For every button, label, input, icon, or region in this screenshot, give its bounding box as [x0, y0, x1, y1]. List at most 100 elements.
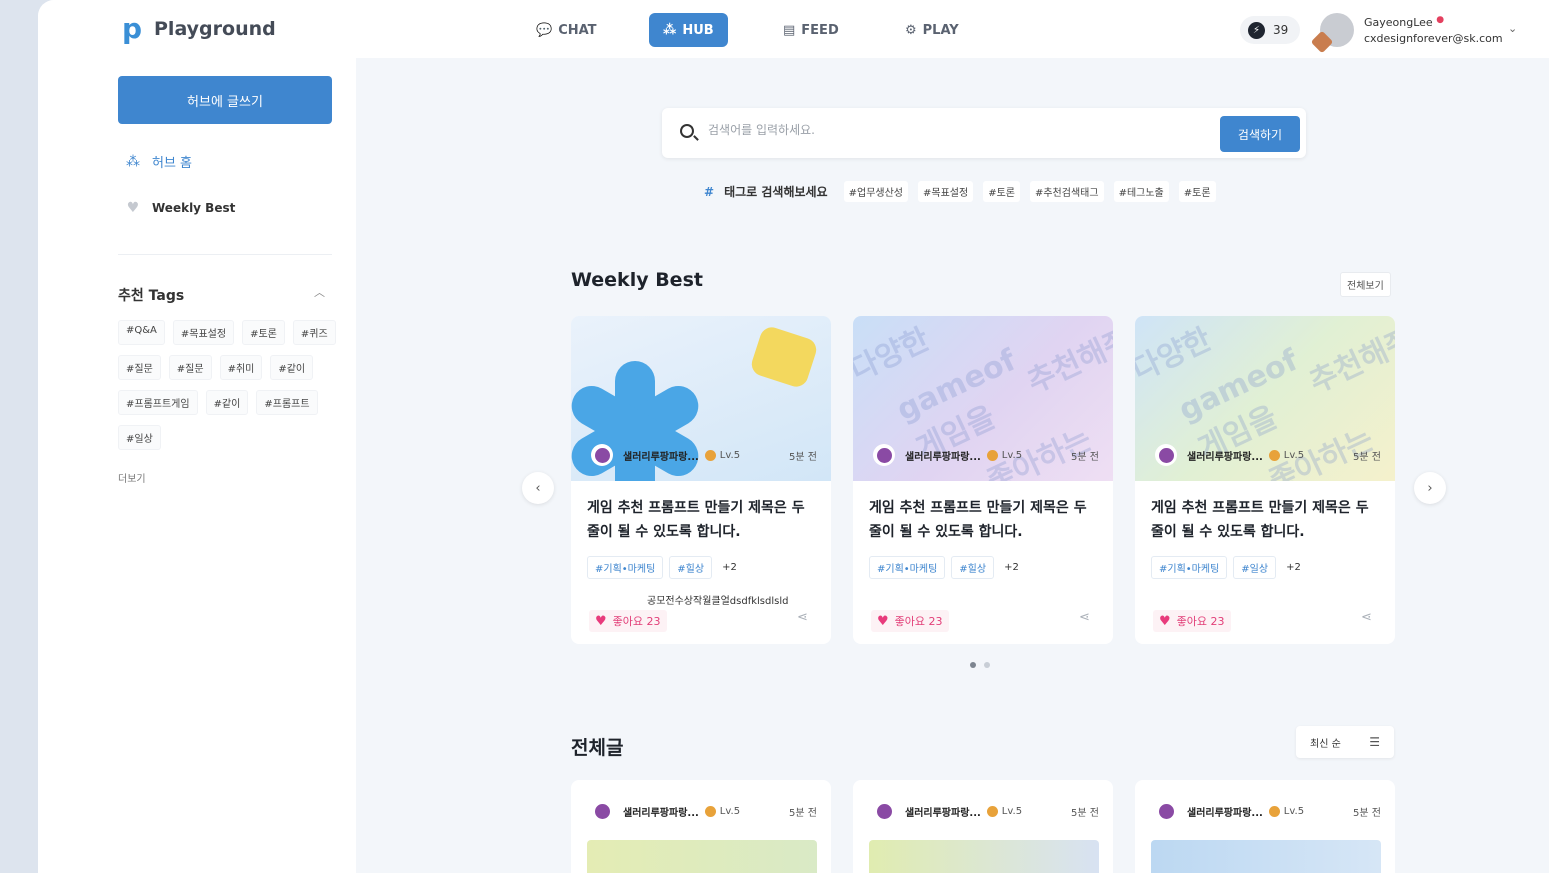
pagination-dot[interactable] [970, 662, 976, 668]
tag-chip[interactable]: #일상 [118, 425, 161, 450]
points-value: 39 [1273, 23, 1289, 37]
tag-chip[interactable]: #질문 [168, 355, 212, 380]
gear-icon: ⚙ [905, 22, 917, 38]
post-title[interactable]: 게임 추천 프롬프트 만들기 제목은 두줄이 될 수 있도록 합니다. [587, 496, 817, 544]
level-coin-icon [704, 805, 716, 817]
post-meta: 샐러리루팡파랑... Lv.5 5분 전 [591, 800, 817, 822]
level-badge: Lv.5 [1268, 449, 1304, 461]
tag-chip[interactable]: #목표설정 [918, 181, 974, 202]
tag-list: #Q&A #목표설정 #토론 #퀴즈 #질문 #질문 #취미 #같이 #프롬프트… [118, 320, 338, 450]
share-icon[interactable]: ⋖ [1361, 610, 1372, 625]
avatar [873, 444, 895, 466]
post-time: 5분 전 [789, 451, 817, 463]
level-cube-icon [1310, 30, 1334, 54]
post-time: 5분 전 [1353, 451, 1381, 463]
carousel-next-button[interactable]: › [1414, 472, 1446, 504]
post-card[interactable]: 샐러리루팡파랑... Lv.5 5분 전 [1135, 780, 1395, 873]
like-button[interactable]: ♥ 좋아요 23 [871, 610, 949, 632]
sidebar: 허브에 글쓰기 ⁂ 허브 홈 ♥ Weekly Best 추천 Tags ︿ #… [38, 58, 356, 873]
avatar [1155, 444, 1177, 466]
post-time: 5분 전 [1353, 807, 1381, 819]
avatar[interactable] [1310, 13, 1354, 54]
tag-chip[interactable]: #업무생산성 [843, 181, 908, 202]
tooltip: 공모전수상작월클얼dsdfklsdlsld [647, 596, 789, 607]
puzzle-graphic [748, 324, 820, 390]
author-name[interactable]: 샐러리루팡파랑... [905, 804, 981, 819]
author-name[interactable]: 샐러리루팡파랑... [623, 804, 699, 819]
sidebar-item-weekly-best[interactable]: ♥ Weekly Best [124, 200, 236, 216]
tag-chip[interactable]: #테그노출 [1113, 181, 1169, 202]
post-thumbnail [1151, 840, 1381, 873]
avatar [1155, 800, 1177, 822]
tag-chip[interactable]: #토론 [983, 181, 1020, 202]
nav-hub-label: HUB [682, 22, 714, 38]
post-time: 5분 전 [789, 807, 817, 819]
sidebar-item-hub-home[interactable]: ⁂ 허브 홈 [124, 152, 193, 172]
tag-chip[interactable]: #토론 [1178, 181, 1216, 202]
logo[interactable]: p Playground [122, 15, 276, 43]
avatar [591, 444, 613, 466]
tag-chip[interactable]: #같이 [205, 390, 249, 415]
more-tags-count[interactable]: +2 [722, 562, 737, 573]
more-link[interactable]: 더보기 [118, 470, 146, 485]
post-card[interactable]: 다양한 gameof 추천해줘 게임을 좋아하는 샐러리루팡파랑... Lv.5… [853, 316, 1113, 644]
like-button[interactable]: ♥ 좋아요 23 [589, 610, 667, 632]
search-button[interactable]: 검색하기 [1220, 116, 1300, 152]
tag-chip[interactable]: #퀴즈 [292, 320, 336, 345]
nav-feed[interactable]: ▤ FEED [769, 13, 853, 47]
post-card[interactable]: 샐러리루팡파랑... Lv.5 5분 전 게임 추천 프롬프트 만들기 제목은 … [571, 316, 831, 644]
tag-chip[interactable]: #프롬프트 [256, 390, 318, 415]
tag-chip[interactable]: #일상 [1233, 556, 1277, 579]
tag-chip[interactable]: #기획•마케팅 [869, 556, 946, 579]
post-title[interactable]: 게임 추천 프롬프트 만들기 제목은 두줄이 될 수 있도록 합니다. [1151, 496, 1381, 544]
tag-chip[interactable]: #힐상 [951, 556, 995, 579]
logo-text: Playground [154, 18, 276, 40]
search-input[interactable] [708, 123, 1188, 137]
more-tags-count[interactable]: +2 [1286, 562, 1301, 573]
tag-chip[interactable]: #프롬프트게임 [118, 390, 198, 415]
chevron-down-icon[interactable]: ⌄ [1508, 22, 1517, 35]
tags-title: 추천 Tags [118, 288, 185, 304]
view-all-button[interactable]: 전체보기 [1340, 272, 1391, 297]
share-icon[interactable]: ⋖ [1079, 610, 1090, 625]
chevron-up-icon[interactable]: ︿ [314, 284, 325, 300]
tag-chip[interactable]: #기획•마케팅 [587, 556, 664, 579]
more-tags-count[interactable]: +2 [1004, 562, 1019, 573]
nav-hub[interactable]: ⁂ HUB [649, 13, 728, 47]
author-name[interactable]: 샐러리루팡파랑... [1187, 448, 1263, 463]
tag-chip[interactable]: #토론 [242, 320, 285, 345]
share-icon[interactable]: ⋖ [797, 610, 808, 625]
sidebar-item-label: 허브 홈 [152, 156, 193, 171]
tag-chip[interactable]: #기획•마케팅 [1151, 556, 1228, 579]
like-button[interactable]: ♥ 좋아요 23 [1153, 610, 1231, 632]
author-name[interactable]: 샐러리루팡파랑... [1187, 804, 1263, 819]
hub-icon: ⁂ [663, 22, 677, 38]
post-card[interactable]: 샐러리루팡파랑... Lv.5 5분 전 [571, 780, 831, 873]
post-card[interactable]: 샐러리루팡파랑... Lv.5 5분 전 [853, 780, 1113, 873]
tag-chip[interactable]: #힐상 [669, 556, 713, 579]
carousel-prev-button[interactable]: ‹ [522, 472, 554, 504]
write-post-button[interactable]: 허브에 글쓰기 [118, 76, 332, 124]
tag-chip[interactable]: #같이 [270, 355, 314, 380]
sort-dropdown[interactable]: 최신 순 ☰ [1296, 726, 1394, 758]
bolt-icon: ⚡ [1248, 21, 1265, 39]
post-time: 5분 전 [1071, 807, 1099, 819]
author-name[interactable]: 샐러리루팡파랑... [623, 448, 699, 463]
search-box: 검색하기 [662, 108, 1306, 158]
author-name[interactable]: 샐러리루팡파랑... [905, 448, 981, 463]
pagination-dot[interactable] [984, 662, 990, 668]
nav-play[interactable]: ⚙ PLAY [891, 13, 973, 47]
tag-chip[interactable]: #질문 [118, 355, 161, 380]
tag-chip[interactable]: #취미 [219, 355, 263, 380]
avatar [873, 800, 895, 822]
post-tags: #기획•마케팅 #일상 +2 [1151, 556, 1301, 579]
points-badge[interactable]: ⚡ 39 [1240, 16, 1301, 44]
tag-chip[interactable]: #목표설정 [172, 320, 235, 345]
level-badge: Lv.5 [1268, 805, 1304, 817]
post-title[interactable]: 게임 추천 프롬프트 만들기 제목은 두줄이 될 수 있도록 합니다. [869, 496, 1099, 544]
nav-chat[interactable]: 💬 CHAT [522, 13, 611, 47]
post-card[interactable]: 다양한 gameof 추천해줘 게임을 좋아하는 샐러리루팡파랑... Lv.5… [1135, 316, 1395, 644]
carousel-pagination [970, 662, 990, 668]
tag-chip[interactable]: #추천검색태그 [1029, 181, 1104, 202]
tag-chip[interactable]: #Q&A [118, 320, 165, 345]
